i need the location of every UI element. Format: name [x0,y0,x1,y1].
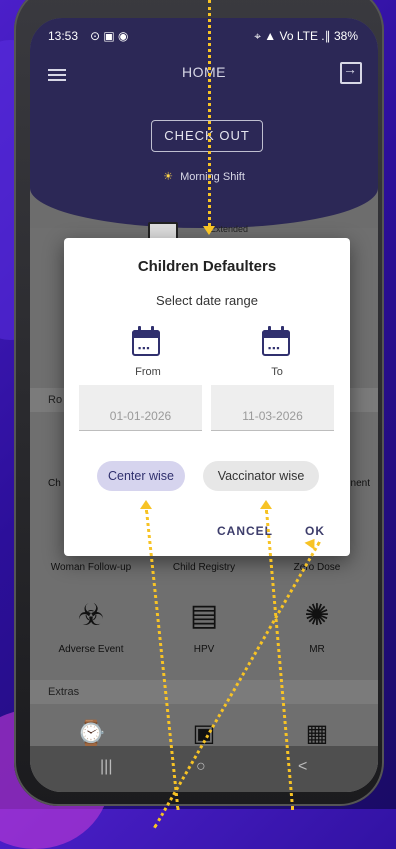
dialog-title: Children Defaulters [137,258,277,275]
check-out-button[interactable]: CHECK OUT [151,120,263,152]
page-title: HOME [182,64,226,80]
to-calendar-icon[interactable]: ▪▪▪ [262,326,294,358]
vaccinator-wise-chip[interactable]: Vaccinator wise [203,461,319,491]
guide-arrow-vaccinator-wise [260,500,272,509]
shift-label: Morning Shift [180,171,245,183]
dialog-subtitle: Select date range [156,293,258,308]
mr-icon[interactable]: ✺ [297,594,337,638]
from-label: From [135,366,161,378]
grid-item-right-partial[interactable]: nent [351,478,370,489]
hpv-icon[interactable]: ▤ [184,594,224,638]
sun-icon: ☀ [163,171,173,183]
cancel-button[interactable]: CANCEL [217,524,273,538]
logout-icon[interactable] [340,61,362,84]
back-button[interactable]: < [298,758,307,776]
grid-item-child-registry[interactable]: Child Registry [149,562,259,573]
center-wise-chip[interactable]: Center wise [97,461,185,491]
guide-arrow-top [203,226,215,235]
children-defaulters-dialog: Children Defaulters Select date range ▪▪… [64,238,350,556]
extras-section-header: Extras [30,680,378,704]
status-right: ⌖ ▲ Vo LTE .∥ 38% [254,29,358,43]
system-nav-bar: ||| ○ < [30,746,378,792]
app-header: 13:53 ⊙ ▣ ◉ ⌖ ▲ Vo LTE .∥ 38% HOME CHECK… [30,18,378,228]
guide-arrow-center-wise [140,500,152,509]
extended-label: Extended [210,224,249,234]
shift-indicator: ☀ Morning Shift [30,170,378,183]
to-date-field[interactable]: 11-03-2026 [211,385,334,431]
grid-item-left-partial[interactable]: Ch [48,478,61,489]
recent-apps-button[interactable]: ||| [100,758,112,776]
to-label: To [271,366,283,378]
guide-line-top [208,0,211,232]
grid-item-woman-follow-up[interactable]: Woman Follow-up [36,562,146,573]
from-date-field[interactable]: 01-01-2026 [79,385,202,431]
status-bar: 13:53 ⊙ ▣ ◉ ⌖ ▲ Vo LTE .∥ 38% [30,18,378,52]
grid-item-zero-dose[interactable]: Zero Dose [262,562,372,573]
status-indicators: ⊙ ▣ ◉ [90,29,129,43]
grid-item-adverse-event[interactable]: Adverse Event [36,644,146,655]
status-time: 13:53 [48,29,79,43]
adverse-event-icon[interactable]: ☣ [71,594,111,638]
from-calendar-icon[interactable]: ▪▪▪ [132,326,164,358]
grid-item-hpv[interactable]: HPV [149,644,259,655]
home-button[interactable]: ○ [196,758,206,776]
